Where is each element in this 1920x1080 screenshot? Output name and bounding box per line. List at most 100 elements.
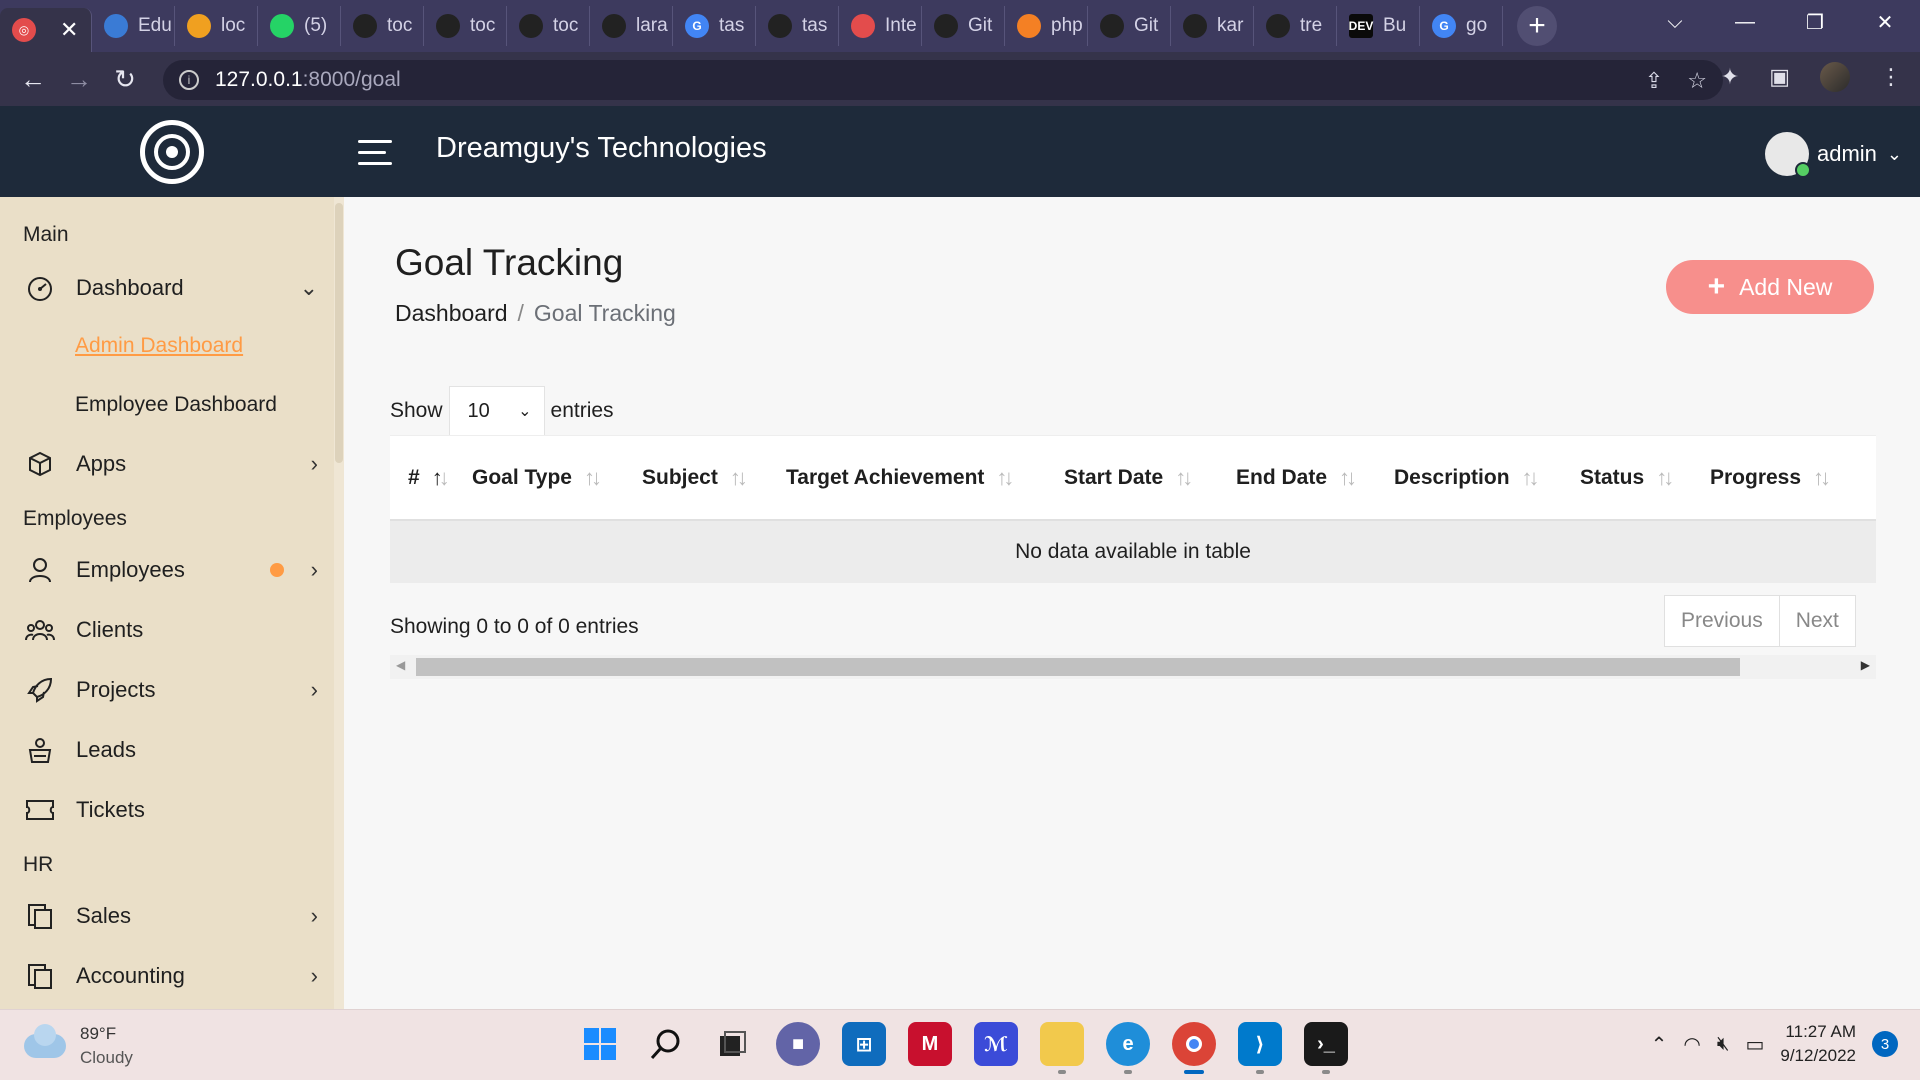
google-icon: G	[685, 14, 709, 38]
tab-label: Edu	[138, 15, 172, 36]
next-page-button[interactable]: Next	[1780, 596, 1855, 646]
close-tab-icon[interactable]: ✕	[60, 17, 78, 43]
vscode-icon[interactable]: ⟩	[1238, 1022, 1282, 1074]
browser-tab[interactable]: toc	[424, 6, 507, 46]
battery-icon[interactable]: ▭	[1745, 1032, 1764, 1057]
share-icon[interactable]: ⇪	[1645, 68, 1663, 94]
browser-tab[interactable]: toc	[341, 6, 424, 46]
os-taskbar: 89°F Cloudy ■ ⊞ M ℳ e ⟩ ›_ ⌃ ◠ 🔇︎ ▭ 11:2…	[0, 1009, 1920, 1080]
browser-tab[interactable]: kar	[1171, 6, 1254, 46]
browser-tab[interactable]: tre	[1254, 6, 1337, 46]
browser-tab[interactable]: Edu	[92, 6, 175, 46]
sidebar-item-accounting[interactable]: Accounting ›	[24, 956, 328, 996]
back-icon[interactable]: ←	[10, 64, 56, 95]
chevron-up-icon[interactable]: ⌃	[1651, 1032, 1668, 1057]
browser-tab[interactable]: php	[1005, 6, 1088, 46]
column-header-status[interactable]: Status ↑↓	[1562, 436, 1692, 519]
forward-icon[interactable]: →	[56, 64, 102, 95]
sidebar: Main Dashboard ⌄ Admin Dashboard Employe…	[0, 197, 344, 1009]
sidebar-item-tickets[interactable]: Tickets	[24, 790, 328, 830]
browser-tab[interactable]: toc	[507, 6, 590, 46]
sidebar-scroll-thumb[interactable]	[335, 203, 343, 463]
browser-tab[interactable]: DEV Bu	[1337, 6, 1420, 46]
site-info-icon[interactable]: i	[179, 70, 199, 90]
restore-icon[interactable]: ❐	[1780, 10, 1850, 35]
scroll-right-icon[interactable]: ▶	[1861, 658, 1870, 672]
plus-icon: +	[1707, 270, 1726, 303]
browser-tab[interactable]: lara	[590, 6, 673, 46]
bookmark-star-icon[interactable]: ☆	[1687, 68, 1707, 94]
new-tab-button[interactable]: +	[1517, 6, 1557, 46]
browser-menu-icon[interactable]: ⋮	[1880, 64, 1902, 90]
speaker-muted-icon[interactable]: 🔇︎	[1717, 1033, 1730, 1056]
sidebar-item-employees[interactable]: Employees ›	[24, 550, 328, 590]
edge-browser-icon[interactable]: e	[1106, 1022, 1150, 1074]
mcafee-icon[interactable]: M	[908, 1022, 952, 1066]
sidebar-item-apps[interactable]: Apps ›	[24, 444, 328, 484]
wifi-icon[interactable]: ◠	[1683, 1032, 1700, 1057]
sidebar-scrollbar[interactable]	[334, 197, 344, 1009]
clock[interactable]: 11:27 AM 9/12/2022	[1780, 1020, 1856, 1068]
page-size-select[interactable]: 10 ⌄	[448, 386, 545, 436]
table-horizontal-scrollbar[interactable]: ◀ ▶	[390, 655, 1876, 679]
sidebar-item-sales[interactable]: Sales ›	[24, 896, 328, 936]
browser-tab[interactable]: loc	[175, 6, 258, 46]
chevron-right-icon: ›	[310, 677, 318, 702]
browser-tab[interactable]: Gtas	[673, 6, 756, 46]
company-logo[interactable]	[140, 120, 204, 184]
side-panel-icon[interactable]: ▣	[1769, 64, 1790, 90]
address-bar[interactable]: i 127.0.0.1:8000/goal ⇪ ☆	[163, 60, 1723, 100]
menu-toggle-icon[interactable]	[358, 140, 392, 165]
column-header-end-date[interactable]: End Date ↑↓	[1218, 436, 1376, 519]
browser-tab-active[interactable]: ◎ ✕	[0, 8, 92, 52]
reload-icon[interactable]: ↻	[102, 64, 148, 95]
column-header-description[interactable]: Description ↑↓	[1376, 436, 1562, 519]
browser-tab[interactable]: Inte	[839, 6, 922, 46]
browser-tab[interactable]: Git	[922, 6, 1005, 46]
breadcrumb-home[interactable]: Dashboard	[395, 300, 508, 326]
teams-chat-icon[interactable]: ■	[776, 1022, 820, 1066]
weather-widget[interactable]: 89°F Cloudy	[24, 1022, 133, 1070]
goals-table: # ↑↓ Goal Type ↑↓ Subject ↑↓ Target Achieve…	[390, 435, 1876, 583]
column-header-target-achievement[interactable]: Target Achievement ↑↓	[768, 436, 1046, 519]
microsoft-store-icon[interactable]: ⊞	[842, 1022, 886, 1066]
github-icon	[519, 14, 543, 38]
browser-tab[interactable]: Ggo	[1420, 6, 1503, 46]
sidebar-item-projects[interactable]: Projects ›	[24, 670, 328, 710]
scroll-left-icon[interactable]: ◀	[396, 658, 405, 672]
column-header-goal-type[interactable]: Goal Type ↑↓	[454, 436, 624, 519]
chrome-browser-icon[interactable]	[1172, 1022, 1216, 1074]
editor-app-icon[interactable]: ℳ	[974, 1022, 1018, 1066]
column-header-progress[interactable]: Progress ↑↓	[1692, 436, 1852, 519]
column-header-start-date[interactable]: Start Date ↑↓	[1046, 436, 1218, 519]
tab-label: go	[1466, 15, 1488, 36]
browser-tab[interactable]: Git	[1088, 6, 1171, 46]
column-header-subject[interactable]: Subject ↑↓	[624, 436, 768, 519]
browser-tab[interactable]: (5)	[258, 6, 341, 46]
github-icon	[1100, 14, 1124, 38]
scroll-thumb[interactable]	[416, 658, 1740, 676]
tab-search-icon[interactable]: ⌵	[1640, 11, 1710, 34]
task-view-icon[interactable]	[710, 1022, 754, 1066]
sidebar-item-clients[interactable]: Clients	[24, 610, 328, 650]
previous-page-button[interactable]: Previous	[1665, 596, 1780, 646]
sidebar-subitem-admin-dashboard[interactable]: Admin Dashboard	[75, 334, 243, 358]
profile-avatar[interactable]	[1820, 62, 1850, 92]
notification-badge[interactable]: 3	[1872, 1031, 1898, 1057]
sidebar-item-dashboard[interactable]: Dashboard ⌄	[24, 268, 328, 308]
column-label: #	[408, 465, 420, 489]
sidebar-item-leads[interactable]: Leads	[24, 730, 328, 770]
extensions-icon[interactable]: ✦	[1721, 64, 1739, 90]
terminal-icon[interactable]: ›_	[1304, 1022, 1348, 1074]
browser-tab[interactable]: tas	[756, 6, 839, 46]
windows-start-icon[interactable]	[578, 1022, 622, 1066]
close-window-icon[interactable]: ✕	[1850, 10, 1920, 35]
add-new-button[interactable]: + Add New	[1666, 260, 1874, 314]
user-menu[interactable]: admin ⌄	[1764, 132, 1902, 178]
file-explorer-icon[interactable]	[1040, 1022, 1084, 1074]
column-header-number[interactable]: # ↑↓	[390, 436, 454, 519]
minimize-icon[interactable]: —	[1710, 11, 1780, 34]
sidebar-subitem-employee-dashboard[interactable]: Employee Dashboard	[75, 393, 277, 417]
files-icon	[24, 960, 56, 992]
search-icon[interactable]	[644, 1022, 688, 1066]
